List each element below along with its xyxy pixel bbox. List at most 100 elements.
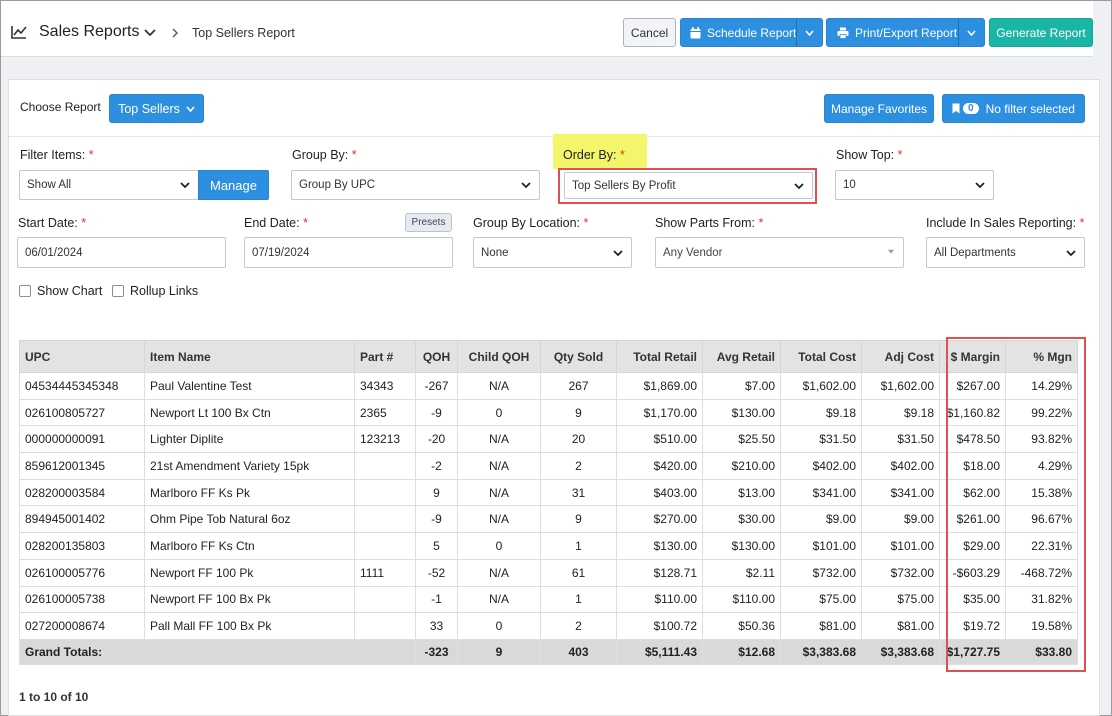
table-cell: 0 [457,398,541,427]
column-header-child-qoh[interactable]: Child QOH [457,340,541,373]
column-header-item-name[interactable]: Item Name [144,340,355,373]
group-by-location-select[interactable]: None [473,237,632,268]
presets-button[interactable]: Presets [405,213,452,232]
table-cell: $402.00 [861,452,940,480]
show-parts-from-value: Any Vendor [663,246,723,259]
table-cell: Marlboro FF Ks Ctn [144,532,355,560]
caret-down-icon [888,249,894,254]
column-header-total-retail[interactable]: Total Retail [616,340,703,373]
table-cell: $7.00 [702,372,781,400]
table-row[interactable]: 000000000091 Lighter Diplite 123213 -20 N/A 2… [19,425,1078,454]
rollup-links-checkbox[interactable] [112,285,124,297]
manage-filter-button[interactable]: Manage [198,170,269,200]
group-by-location-value: None [481,246,509,259]
table-cell: $30.00 [702,505,781,534]
table-cell: 33 [415,612,458,640]
table-row[interactable]: 028200135803 Marlboro FF Ks Ctn 5 0 1 $130.00… [19,532,1078,560]
table-cell: $128.71 [616,558,703,587]
group-by-location-label: Group By Location: * [473,216,589,230]
table-cell: 2 [540,452,617,480]
table-cell: $101.00 [861,532,940,560]
filter-status-button[interactable]: 0 No filter selected [942,94,1085,123]
column-header-total-cost[interactable]: Total Cost [780,340,862,373]
order-by-select[interactable]: Top Sellers By Profit [564,172,813,199]
manage-favorites-button[interactable]: Manage Favorites [824,94,934,123]
table-cell: 859612001345 [19,452,145,480]
column-header-avg-retail[interactable]: Avg Retail [702,340,781,373]
table-cell: N/A [457,372,541,400]
table-cell: 0 [457,612,541,640]
table-cell: 04534445345348 [19,372,145,400]
filter-status-label: No filter selected [985,101,1075,116]
chevron-down-icon [975,182,985,189]
table-cell: $210.00 [702,452,781,480]
table-row[interactable]: 026100005776 Newport FF 100 Pk 1111 -52 N/A 6… [19,558,1078,587]
chevron-down-icon[interactable] [144,28,156,38]
table-cell: $1,602.00 [780,372,862,400]
show-parts-from-label: Show Parts From: * [655,216,764,230]
table-row[interactable]: 027200008674 Pall Mall FF 100 Bx Pk 33 0 2 $1… [19,612,1078,640]
include-in-sales-label: Include In Sales Reporting: * [926,216,1085,230]
table-cell: $75.00 [861,585,940,614]
show-chart-checkbox[interactable] [19,285,31,297]
table-cell: 2365 [354,398,416,427]
table-cell: 267 [540,372,617,400]
group-by-select[interactable]: Group By UPC [291,170,540,200]
show-parts-from-select[interactable]: Any Vendor [655,237,904,268]
chevron-down-icon [180,182,190,189]
pagination-status: 1 to 10 of 10 [19,690,89,704]
chevron-down-icon [613,250,623,257]
rollup-links-label: Rollup Links [130,284,199,298]
table-cell: N/A [457,585,541,614]
schedule-report-label: Schedule Report [707,25,797,40]
table-cell [354,478,416,507]
table-cell: $341.00 [780,478,862,507]
table-cell: N/A [457,558,541,587]
end-date-input[interactable]: 07/19/2024 [244,237,453,268]
start-date-input[interactable]: 06/01/2024 [17,237,226,268]
table-cell: $130.00 [702,398,781,427]
table-cell: 028200003584 [19,478,145,507]
table-cell: N/A [457,505,541,534]
column-header-upc[interactable]: UPC [19,340,145,373]
table-cell: $50.36 [702,612,781,640]
table-cell: -52 [415,558,458,587]
table-cell [354,505,416,534]
table-cell: $9.18 [780,398,862,427]
grand-totals-label: Grand Totals: [19,638,416,665]
column-header-qoh[interactable]: QOH [415,340,458,373]
table-cell: Lighter Diplite [144,425,355,454]
order-by-label: Order By: * [563,148,625,162]
schedule-dropdown-toggle[interactable] [796,19,822,46]
table-row[interactable]: 028200003584 Marlboro FF Ks Pk 9 N/A 31 $403.… [19,478,1078,507]
print-export-report-button[interactable]: Print/Export Report [826,18,985,47]
include-in-sales-select[interactable]: All Departments [926,237,1085,268]
table-cell: -20 [415,425,458,454]
table-cell: $31.50 [780,425,862,454]
table-row[interactable]: 026100005738 Newport FF 100 Bx Pk -1 N/A 1 $1… [19,585,1078,614]
choose-report-dropdown[interactable]: Top Sellers [109,94,204,123]
cancel-button[interactable]: Cancel [623,18,676,47]
table-row[interactable]: 04534445345348 Paul Valentine Test 34343 -2… [19,372,1078,400]
table-cell: $130.00 [616,532,703,560]
start-date-label: Start Date: * [18,216,87,230]
generate-report-button[interactable]: Generate Report [989,18,1093,47]
print-dropdown-toggle[interactable] [958,19,984,46]
filter-items-label: Filter Items: * [20,148,94,162]
table-cell: 026100005776 [19,558,145,587]
table-cell: $2.11 [702,558,781,587]
group-by-value: Group By UPC [299,179,376,191]
table-cell: $403.00 [616,478,703,507]
table-row[interactable]: 894945001402 Ohm Pipe Tob Natural 6oz -9 N/… [19,505,1078,534]
choose-report-value: Top Sellers [118,101,180,116]
table-row[interactable]: 026100805727 Newport Lt 100 Bx Ctn 2365 -9 0… [19,398,1078,427]
show-top-select[interactable]: 10 [835,170,994,200]
table-cell: 123213 [354,425,416,454]
table-cell [354,532,416,560]
column-header-qty-sold[interactable]: Qty Sold [540,340,617,373]
filter-items-select[interactable]: Show All [19,170,199,200]
column-header-adj-cost[interactable]: Adj Cost [861,340,940,373]
table-row[interactable]: 859612001345 21st Amendment Variety 15pk -… [19,452,1078,480]
column-header-part-number[interactable]: Part # [354,340,416,373]
schedule-report-button[interactable]: Schedule Report [680,18,823,47]
